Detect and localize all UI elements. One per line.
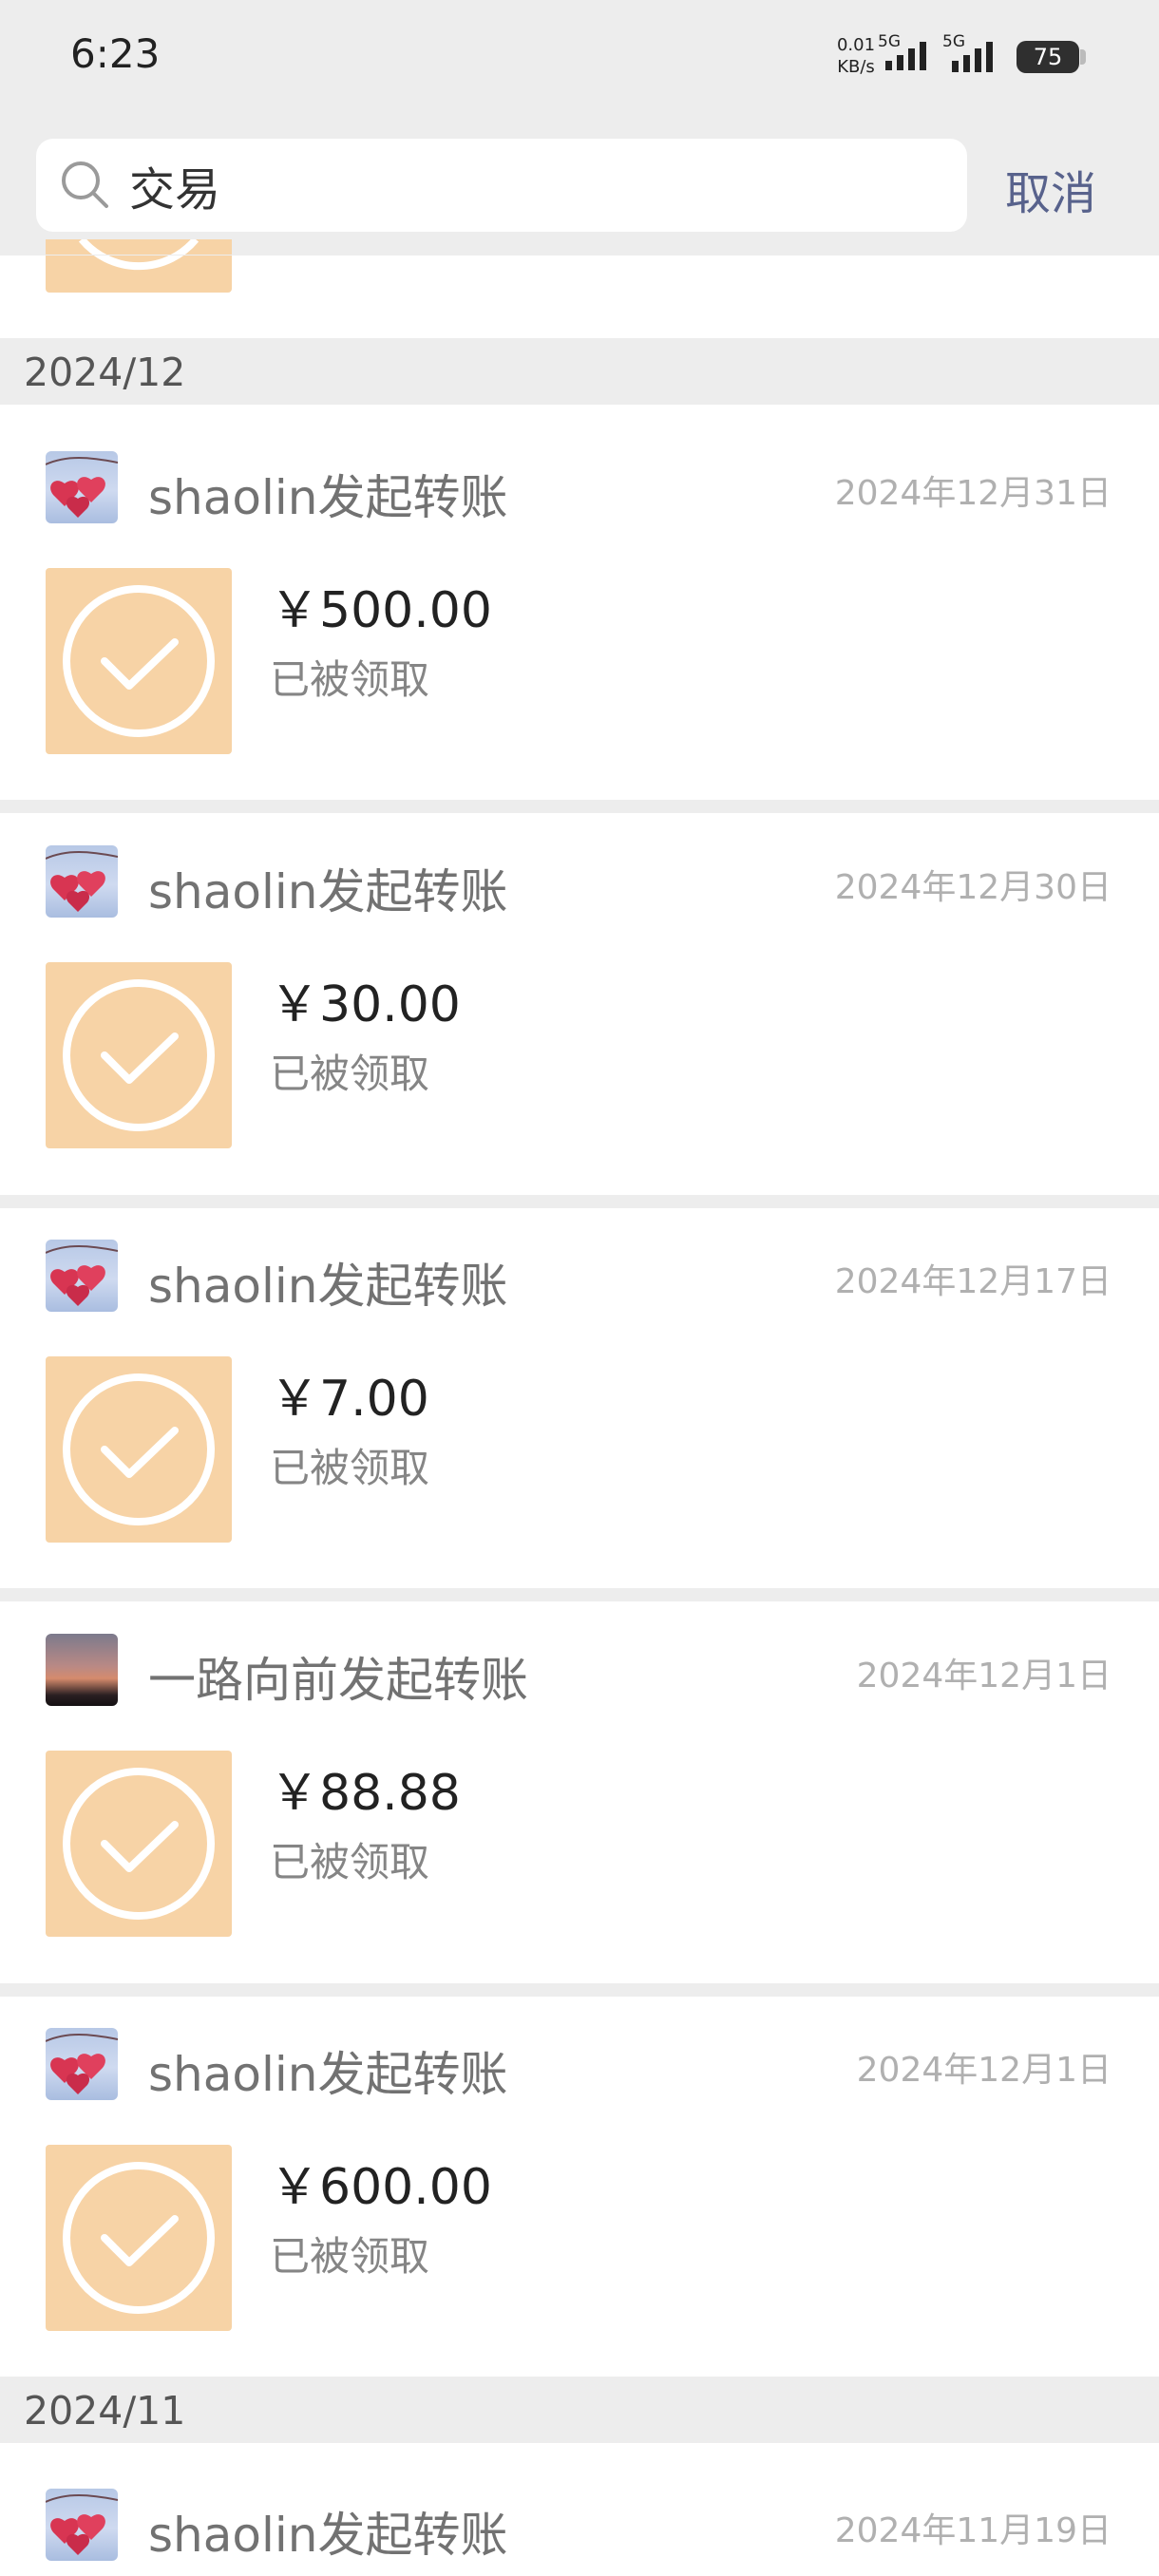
transfer-thumbnail	[46, 1751, 232, 1937]
network-speed-unit: KB/s	[837, 57, 875, 77]
transfer-status: 已被领取	[270, 2233, 430, 2280]
section-header: 2024/11	[0, 2377, 1159, 2443]
transfer-status: 已被领取	[270, 1839, 430, 1885]
battery-icon: 75	[1016, 41, 1079, 73]
transfer-amount: ￥7.00	[270, 1371, 429, 1428]
transfer-date: 2024年12月17日	[834, 1262, 1112, 1301]
transfer-date: 2024年12月31日	[834, 474, 1112, 513]
transfer-title: 一路向前发起转账	[148, 1653, 528, 1708]
avatar	[46, 1240, 118, 1312]
check-circle-icon	[63, 1768, 215, 1920]
status-time: 6:23	[70, 30, 161, 77]
transfer-amount: ￥500.00	[270, 582, 492, 639]
transfer-thumbnail	[46, 1356, 232, 1543]
transfer-status: 已被领取	[270, 1051, 430, 1097]
signal-1-icon: 5G	[878, 32, 944, 80]
transfer-status: 已被领取	[270, 1445, 430, 1491]
transfer-thumbnail	[46, 568, 232, 754]
section-header: 2024/12	[0, 338, 1159, 405]
transfer-title: shaolin发起转账	[148, 470, 508, 525]
transfer-title: shaolin发起转账	[148, 2047, 508, 2102]
check-circle-icon	[63, 979, 215, 1131]
section-month: 2024/12	[24, 350, 186, 395]
transfer-title: shaolin发起转账	[148, 1259, 508, 1314]
transfer-title: shaolin发起转账	[148, 2508, 508, 2563]
search-icon	[62, 161, 108, 208]
check-circle-icon	[63, 2162, 215, 2314]
avatar	[46, 2489, 118, 2561]
avatar	[46, 845, 118, 918]
transfer-status: 已被领取	[270, 656, 430, 703]
transfer-amount: ￥600.00	[270, 2159, 492, 2216]
signal-2-icon: 5G	[942, 32, 1009, 80]
transfer-date: 2024年12月30日	[834, 868, 1112, 907]
check-circle-icon	[78, 239, 200, 271]
divider	[0, 800, 1159, 813]
divider	[0, 1983, 1159, 1997]
transfer-title: shaolin发起转账	[148, 864, 508, 919]
search-input[interactable]	[129, 152, 946, 218]
check-circle-icon	[63, 1373, 215, 1525]
transfer-date: 2024年12月1日	[856, 1657, 1112, 1695]
transfer-thumbnail	[46, 962, 232, 1148]
network-speed: 0.01 KB/s	[832, 34, 880, 78]
battery-tip	[1080, 49, 1086, 65]
divider	[0, 1588, 1159, 1601]
avatar	[46, 1634, 118, 1706]
section-month: 2024/11	[24, 2388, 186, 2434]
network-speed-value: 0.01	[836, 35, 876, 55]
transfer-amount: ￥88.88	[270, 1765, 461, 1822]
transfer-thumbnail	[46, 2145, 232, 2331]
avatar	[46, 451, 118, 523]
transfer-date: 2024年12月1日	[856, 2051, 1112, 2090]
check-circle-icon	[63, 585, 215, 737]
divider	[0, 1195, 1159, 1208]
avatar	[46, 2028, 118, 2100]
cancel-button[interactable]: 取消	[1005, 156, 1096, 222]
transfer-date: 2024年11月19日	[834, 2511, 1112, 2550]
transfer-amount: ￥30.00	[270, 976, 461, 1033]
